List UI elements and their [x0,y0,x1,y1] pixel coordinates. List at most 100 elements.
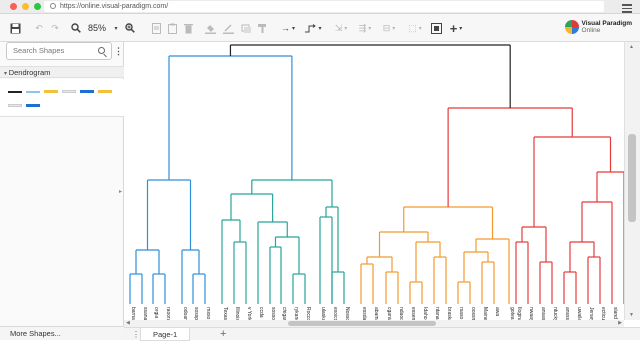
leaf-label[interactable]: chigan [281,307,287,322]
leaf-label[interactable]: ccda [258,307,264,318]
leaf-label[interactable]: rykand [293,307,299,322]
save-icon[interactable] [8,20,22,36]
leaf-label[interactable]: rsaso [458,307,464,319]
scroll-right-arrow[interactable]: ▶ [618,320,622,326]
brand-logo[interactable]: Visual Paradigm Online [564,20,632,34]
delete-icon[interactable] [182,20,194,36]
redo-icon[interactable]: ↷ [48,20,62,36]
leaf-label[interactable]: ecticut [600,307,606,322]
vertical-scrollbar[interactable]: ▲ ▼ [624,42,640,320]
paste-icon[interactable] [166,20,178,36]
arrange-icon[interactable]: ⊟ ▾ [378,20,400,36]
scroll-down-arrow[interactable]: ▼ [629,312,634,318]
leaf-label[interactable]: ntana [434,307,440,320]
site-info-icon [50,3,56,9]
search-input[interactable]: Search Shapes [6,42,112,60]
shadow-icon[interactable] [240,20,252,36]
undo-icon[interactable]: ↶ [32,20,46,36]
leaf-label[interactable]: Nosso [344,307,350,321]
leaf-label[interactable]: ansss [564,307,570,321]
add-page-icon[interactable]: + [220,328,226,340]
leaf-label[interactable]: ssana [142,307,148,321]
leaf-label[interactable]: braska [446,307,452,322]
leaf-label[interactable]: Jersey [588,307,594,322]
align-icon[interactable]: ⇲ ▾ [330,20,352,36]
diagram-canvas[interactable]: barna ssana orgia raoora odoan sossp rnsso Texa… [124,42,625,324]
minimize-window-button[interactable] [22,3,29,10]
leaf-label[interactable]: raoora [165,307,171,322]
leaf-label[interactable]: Rocco [305,307,311,321]
copy-icon[interactable] [150,20,162,36]
leaf-label[interactable]: nwaay [528,307,534,322]
sidebar-menu-icon[interactable]: ⋮ [114,46,123,57]
search-placeholder: Search Shapes [13,46,65,55]
leaf-label[interactable]: Illinois [234,307,240,321]
collapse-sidebar-icon[interactable]: ▸ [119,188,122,195]
leaf-label[interactable]: gotea [509,307,515,320]
leaf-label[interactable]: v York [246,307,252,321]
leaf-label[interactable]: Ilogina [516,307,522,322]
more-shapes-button[interactable]: More Shapes... [0,326,124,340]
page-tab[interactable]: Page-1 [140,328,191,341]
waypoint-style-icon[interactable]: ▾ [302,20,324,36]
fill-color-icon[interactable] [204,20,216,36]
zoom-dropdown-icon[interactable]: ▾ [112,20,120,36]
dendrogram[interactable]: barna ssana orgia raoora odoan sossp rnsso Texa… [124,42,625,324]
leaf-label[interactable]: abama [373,307,379,323]
leaf-label[interactable]: essda [361,307,367,321]
line-color-icon[interactable] [222,20,234,36]
url-text: https://online.visual-paradigm.com/ [60,3,169,10]
search-icon[interactable] [98,47,105,54]
category-header[interactable]: ▾ Dendrogram [0,66,124,78]
leaf-label[interactable]: barna [130,307,136,320]
page-menu-icon[interactable]: ⋮ [132,330,140,339]
size-icon[interactable]: ⬚ ▾ [404,20,426,36]
leaf-label[interactable]: Maine [482,307,488,321]
leaf-label[interactable]: ansas [540,307,546,321]
horizontal-scrollbar[interactable]: ◀ ▶ [124,320,624,327]
leaf-label[interactable]: odoan [182,307,188,321]
insert-icon[interactable]: + ▾ [446,20,466,36]
horizontal-scroll-thumb[interactable] [288,321,436,326]
leaf-label[interactable]: rnsso [205,307,211,319]
zoom-in-icon[interactable] [124,20,136,36]
leaf-label[interactable]: uwaila [576,307,582,321]
shape-gold-line[interactable] [98,90,112,93]
shape-gray-line[interactable] [62,90,76,93]
zoom-icon[interactable] [70,20,82,36]
leaf-label[interactable]: sossp [193,307,199,320]
scroll-left-arrow[interactable]: ◀ [126,320,130,326]
browser-menu-icon[interactable] [622,2,632,15]
scroll-up-arrow[interactable]: ▲ [629,44,634,50]
shape-blue-line-2[interactable] [26,104,40,107]
shape-blue-line[interactable] [80,90,94,93]
address-bar[interactable]: https://online.visual-paradigm.com/ [44,1,604,12]
shape-root-line[interactable] [8,91,22,93]
leaf-label[interactable]: oossn [470,307,476,321]
vertical-scroll-thumb[interactable] [628,134,636,222]
leaf-label[interactable]: awa [494,307,500,316]
toolbar: ↶ ↷ 85% ▾ → ▾ ▾ ⇲ ▾ ⇶ ▾ ⊟ ▾ ⬚ ▾ + ▾ Visual Par… [0,14,640,42]
leaf-label[interactable]: sosso [270,307,276,320]
leaf-label[interactable]: Texas [222,307,228,321]
leaf-label[interactable]: Idaho [422,307,428,320]
leaf-label[interactable]: orgia [153,307,159,318]
shape-yellow-line[interactable] [44,90,58,93]
format-painter-icon[interactable] [256,20,268,36]
connector-style-icon[interactable]: → ▾ [276,20,300,36]
leaf-label[interactable]: exoico [332,307,338,322]
fit-page-icon[interactable] [430,20,442,36]
leaf-label[interactable]: ntucky [552,307,558,322]
shape-gray-line-2[interactable] [8,104,22,107]
distribute-icon[interactable]: ⇶ ▾ [354,20,376,36]
leaf-label[interactable]: ndaoda [398,307,404,324]
shape-palette [0,79,124,117]
close-window-button[interactable] [10,3,17,10]
leaf-label[interactable]: sland [612,307,618,319]
maximize-window-button[interactable] [34,3,41,10]
shape-light-blue-line[interactable] [26,91,40,93]
leaf-label[interactable]: essent [410,307,416,322]
leaf-label[interactable]: cgania [386,307,392,322]
leaf-label[interactable]: ulaska [320,307,326,322]
zoom-level[interactable]: 85% [84,20,110,36]
